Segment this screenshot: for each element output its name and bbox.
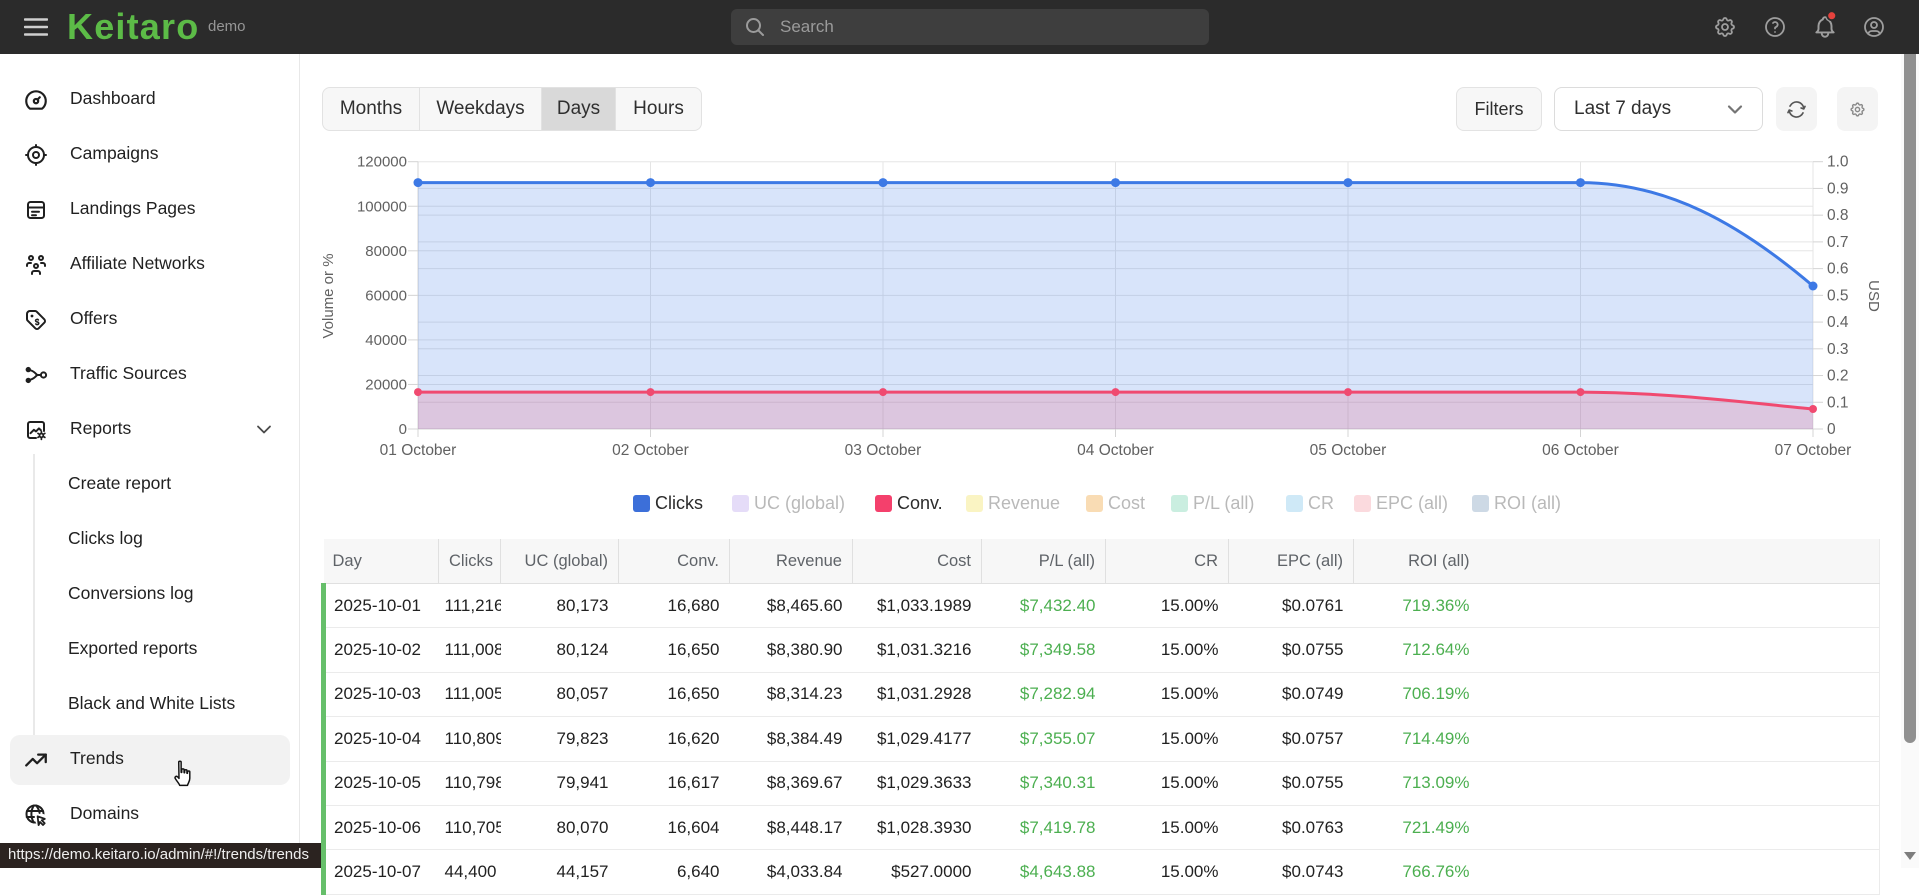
svg-text:0.2: 0.2 [1827, 368, 1849, 385]
svg-text:120000: 120000 [357, 154, 407, 171]
svg-text:40000: 40000 [365, 332, 407, 349]
svg-text:03 October: 03 October [845, 442, 922, 459]
svg-text:07 October: 07 October [1775, 442, 1852, 459]
svg-text:0.4: 0.4 [1827, 314, 1849, 331]
svg-text:20000: 20000 [365, 376, 407, 393]
svg-text:0: 0 [1827, 421, 1836, 438]
svg-text:05 October: 05 October [1310, 442, 1387, 459]
svg-text:01 October: 01 October [380, 442, 457, 459]
svg-text:0.7: 0.7 [1827, 234, 1849, 251]
svg-text:80000: 80000 [365, 243, 407, 260]
svg-text:100000: 100000 [357, 198, 407, 215]
svg-text:0.5: 0.5 [1827, 287, 1849, 304]
svg-text:02 October: 02 October [612, 442, 689, 459]
svg-text:Volume or %: Volume or % [320, 253, 337, 338]
svg-text:0.8: 0.8 [1827, 207, 1849, 224]
svg-text:0.6: 0.6 [1827, 261, 1849, 278]
svg-text:1.0: 1.0 [1827, 154, 1849, 171]
svg-text:0: 0 [399, 421, 407, 438]
svg-text:0.1: 0.1 [1827, 394, 1849, 411]
svg-text:04 October: 04 October [1077, 442, 1154, 459]
svg-text:60000: 60000 [365, 287, 407, 304]
svg-text:USD: USD [1865, 280, 1880, 312]
svg-text:06 October: 06 October [1542, 442, 1619, 459]
svg-text:0.3: 0.3 [1827, 341, 1849, 358]
svg-text:0.9: 0.9 [1827, 180, 1849, 197]
